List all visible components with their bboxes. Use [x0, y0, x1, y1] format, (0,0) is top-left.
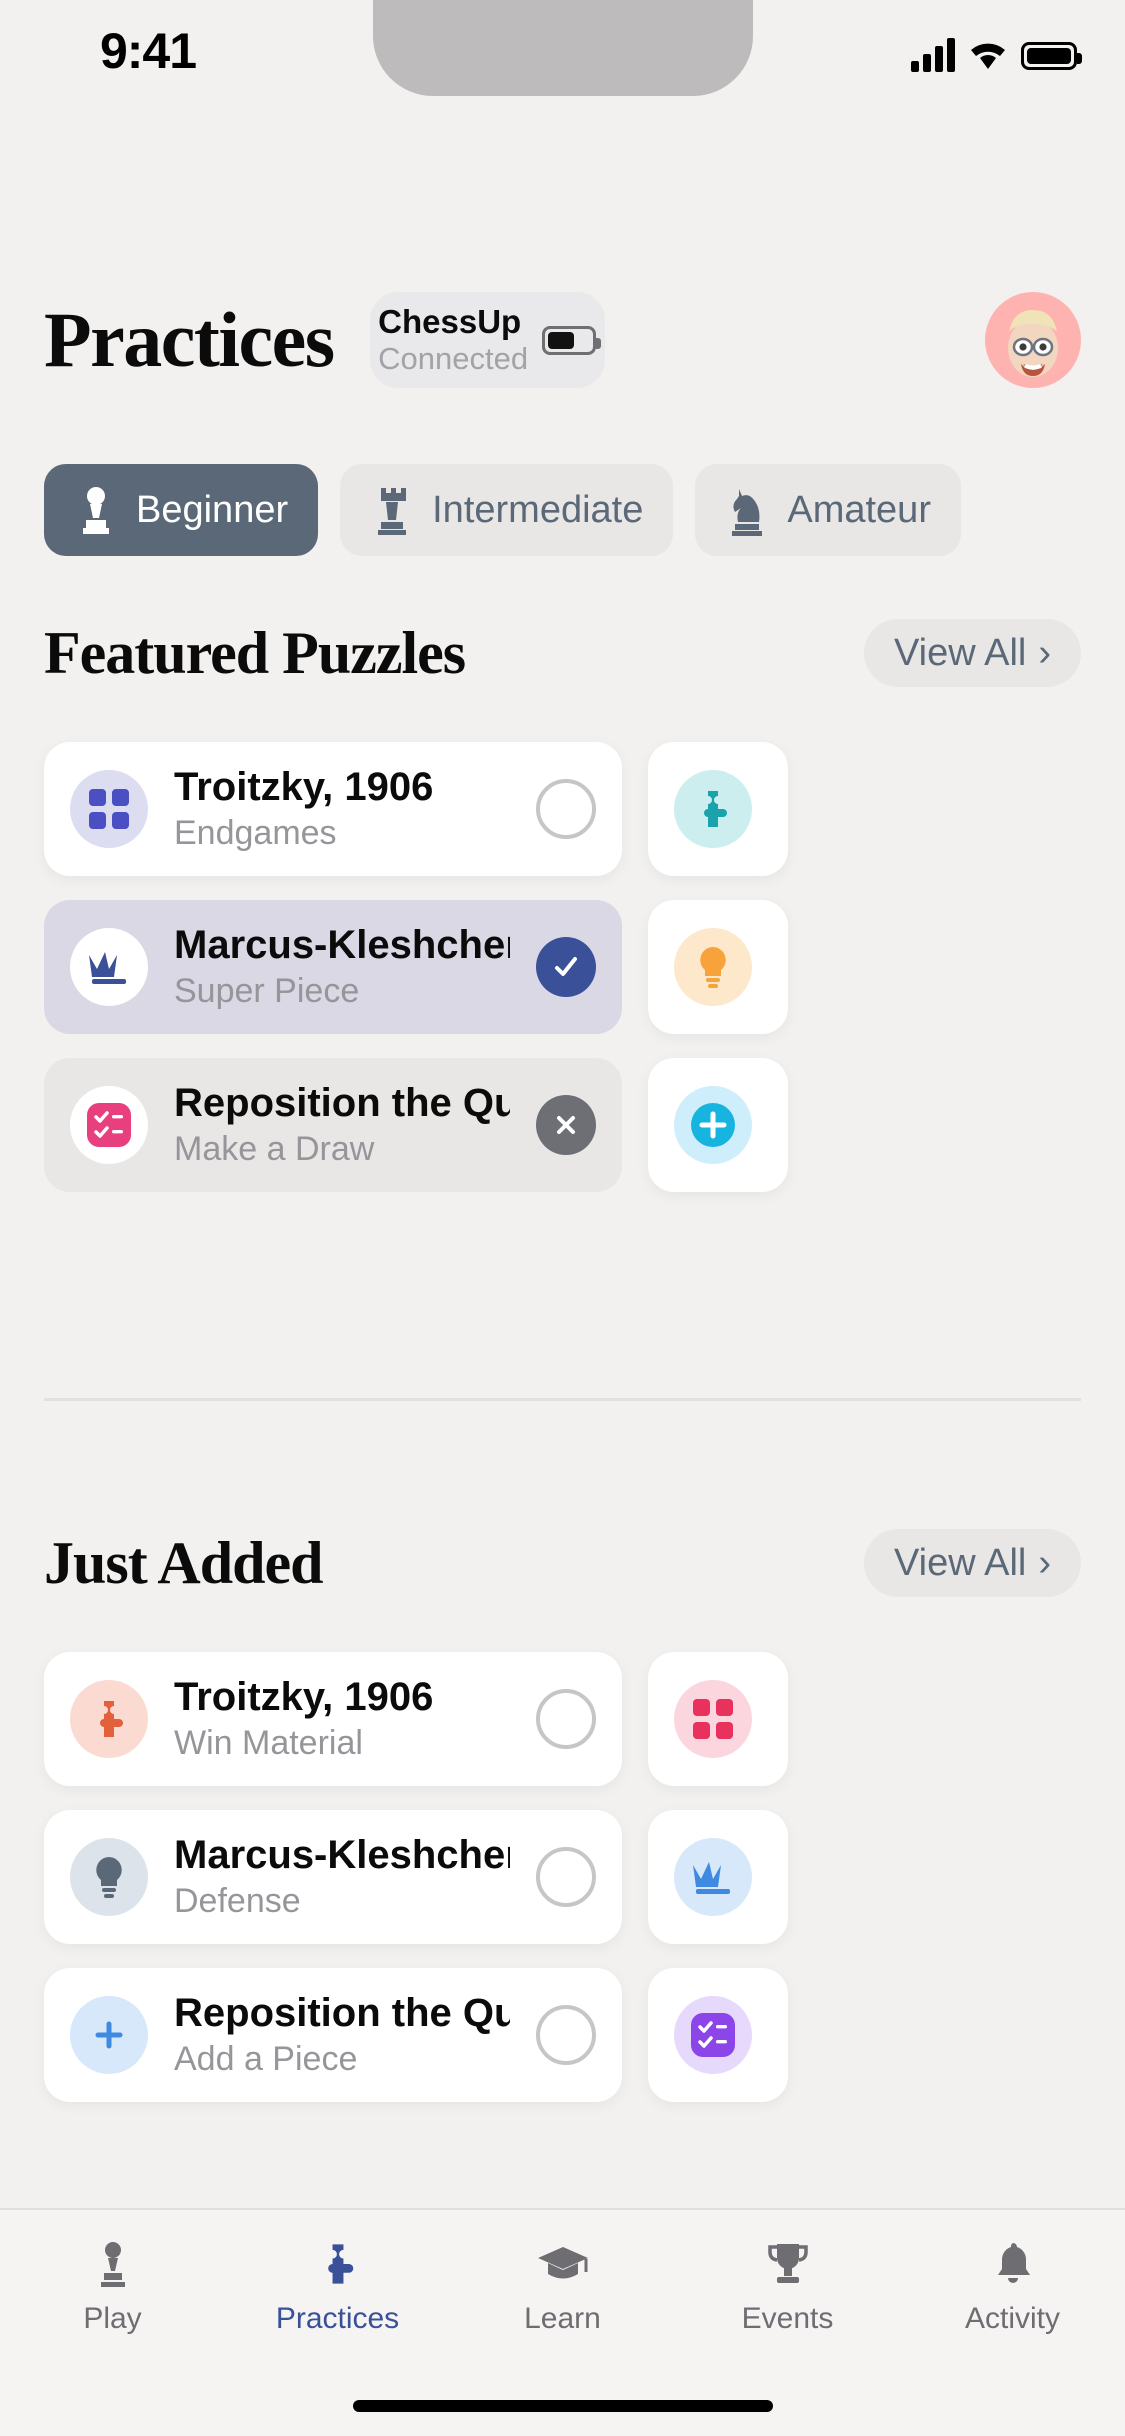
grid-icon [674, 1680, 752, 1758]
tab-practices[interactable]: Practices [225, 2236, 450, 2336]
level-tab-label: Beginner [136, 488, 289, 531]
puzzle-card-peek[interactable] [648, 1058, 788, 1192]
bulb-icon [70, 1838, 148, 1916]
crown-icon [674, 1838, 752, 1916]
bulb-icon [674, 928, 752, 1006]
level-tabs: Beginner Intermediate Amateur [0, 455, 1125, 565]
section-header-just-added: Just Added View All › [0, 1520, 1125, 1606]
checklist-icon [70, 1086, 148, 1164]
puzzle-icon [674, 770, 752, 848]
pawn-icon [85, 2236, 141, 2292]
device-status-pill[interactable]: ChessUp Connected [369, 292, 605, 388]
level-tab-amateur[interactable]: Amateur [695, 464, 961, 556]
section-header-featured: Featured Puzzles View All › [0, 610, 1125, 696]
pawn-icon [74, 484, 118, 536]
puzzle-card-peek[interactable] [648, 742, 788, 876]
view-all-featured-button[interactable]: View All › [863, 619, 1081, 687]
status-badge-failed[interactable] [536, 1095, 596, 1155]
chevron-right-icon: › [1038, 632, 1051, 674]
puzzle-icon [70, 1680, 148, 1758]
puzzle-title: Reposition the Queen [174, 1081, 510, 1126]
status-badge-incomplete[interactable] [536, 1847, 596, 1907]
puzzle-title: Troitzky, 1906 [174, 1675, 434, 1720]
chevron-right-icon: › [1038, 1542, 1051, 1584]
status-badge-incomplete[interactable] [536, 2005, 596, 2065]
page-title: Practices [44, 296, 335, 383]
status-badge-incomplete[interactable] [536, 1689, 596, 1749]
knight-icon [725, 484, 769, 536]
dynamic-island [372, 0, 753, 96]
plus-icon [70, 1996, 148, 2074]
checklist-icon [674, 1996, 752, 2074]
avatar[interactable] [985, 292, 1081, 388]
view-all-label: View All [893, 631, 1027, 674]
puzzle-card-peek[interactable] [648, 1652, 788, 1786]
puzzle-card[interactable]: Reposition the Queen Add a Piece [44, 1968, 622, 2102]
tab-label: Play [83, 2302, 142, 2335]
tab-play[interactable]: Play [0, 2236, 225, 2336]
bell-icon [985, 2236, 1041, 2292]
just-added-row-2: Marcus-Kleshchenko, 1982 Defense [0, 1798, 1125, 1956]
featured-row-1: Troitzky, 1906 Endgames [0, 730, 1125, 888]
tab-label: Activity [964, 2302, 1060, 2335]
level-tab-label: Intermediate [432, 488, 644, 531]
plus-icon [674, 1086, 752, 1164]
just-added-row-1: Troitzky, 1906 Win Material [0, 1640, 1125, 1798]
view-all-label: View All [893, 1541, 1027, 1584]
trophy-icon [760, 2236, 816, 2292]
wifi-icon [968, 38, 1008, 72]
tab-label: Events [741, 2302, 834, 2335]
status-bar: 9:41 [0, 0, 1125, 135]
just-added-row-3: Reposition the Queen Add a Piece [0, 1956, 1125, 2114]
puzzle-title: Marcus-Kleshchenko, 1982 [174, 923, 510, 968]
puzzle-subtitle: Add a Piece [174, 2040, 358, 2079]
status-badge-incomplete[interactable] [536, 779, 596, 839]
status-bar-time: 9:41 [99, 23, 197, 79]
puzzle-card[interactable]: Troitzky, 1906 Win Material [44, 1652, 622, 1786]
puzzle-card[interactable]: Reposition the Queen Make a Draw [44, 1058, 622, 1192]
device-name: ChessUp [378, 303, 522, 341]
puzzle-icon [310, 2236, 366, 2292]
view-all-just-added-button[interactable]: View All › [863, 1529, 1081, 1597]
section-divider [44, 1398, 1081, 1401]
cellular-signal-icon [911, 38, 955, 72]
grid-icon [70, 770, 148, 848]
level-tab-label: Amateur [787, 488, 931, 531]
puzzle-subtitle: Defense [174, 1882, 301, 1921]
tab-learn[interactable]: Learn [450, 2236, 675, 2336]
level-tab-intermediate[interactable]: Intermediate [340, 464, 674, 556]
status-bar-indicators [911, 30, 1082, 72]
puzzle-title: Reposition the Queen [174, 1991, 510, 2036]
section-title: Featured Puzzles [44, 619, 466, 686]
status-badge-complete[interactable] [536, 937, 596, 997]
puzzle-title: Troitzky, 1906 [174, 765, 434, 810]
puzzle-subtitle: Endgames [174, 814, 337, 853]
tab-events[interactable]: Events [675, 2236, 900, 2336]
tab-label: Learn [524, 2302, 601, 2335]
puzzle-subtitle: Win Material [174, 1724, 363, 1763]
rook-icon [370, 484, 414, 536]
puzzle-subtitle: Super Piece [174, 972, 360, 1011]
puzzle-subtitle: Make a Draw [174, 1130, 375, 1169]
level-tab-beginner[interactable]: Beginner [44, 464, 319, 556]
featured-row-2: Marcus-Kleshchenko, 1982 Super Piece [0, 888, 1125, 1046]
puzzle-card-peek[interactable] [648, 1810, 788, 1944]
puzzle-card[interactable]: Marcus-Kleshchenko, 1982 Defense [44, 1810, 622, 1944]
puzzle-card[interactable]: Troitzky, 1906 Endgames [44, 742, 622, 876]
graduation-icon [535, 2236, 591, 2292]
section-title: Just Added [44, 1529, 323, 1596]
crown-icon [70, 928, 148, 1006]
device-connection-status: Connected [378, 341, 529, 377]
featured-row-3: Reposition the Queen Make a Draw [0, 1046, 1125, 1204]
puzzle-title: Marcus-Kleshchenko, 1982 [174, 1833, 510, 1878]
battery-icon [1021, 42, 1082, 70]
tab-activity[interactable]: Activity [900, 2236, 1125, 2336]
device-battery-icon [542, 325, 602, 355]
page-header: Practices ChessUp Connected [0, 280, 1125, 400]
tab-label: Practices [275, 2302, 400, 2335]
puzzle-card[interactable]: Marcus-Kleshchenko, 1982 Super Piece [44, 900, 622, 1034]
puzzle-card-peek[interactable] [648, 900, 788, 1034]
puzzle-card-peek[interactable] [648, 1968, 788, 2102]
home-indicator [352, 2400, 773, 2412]
